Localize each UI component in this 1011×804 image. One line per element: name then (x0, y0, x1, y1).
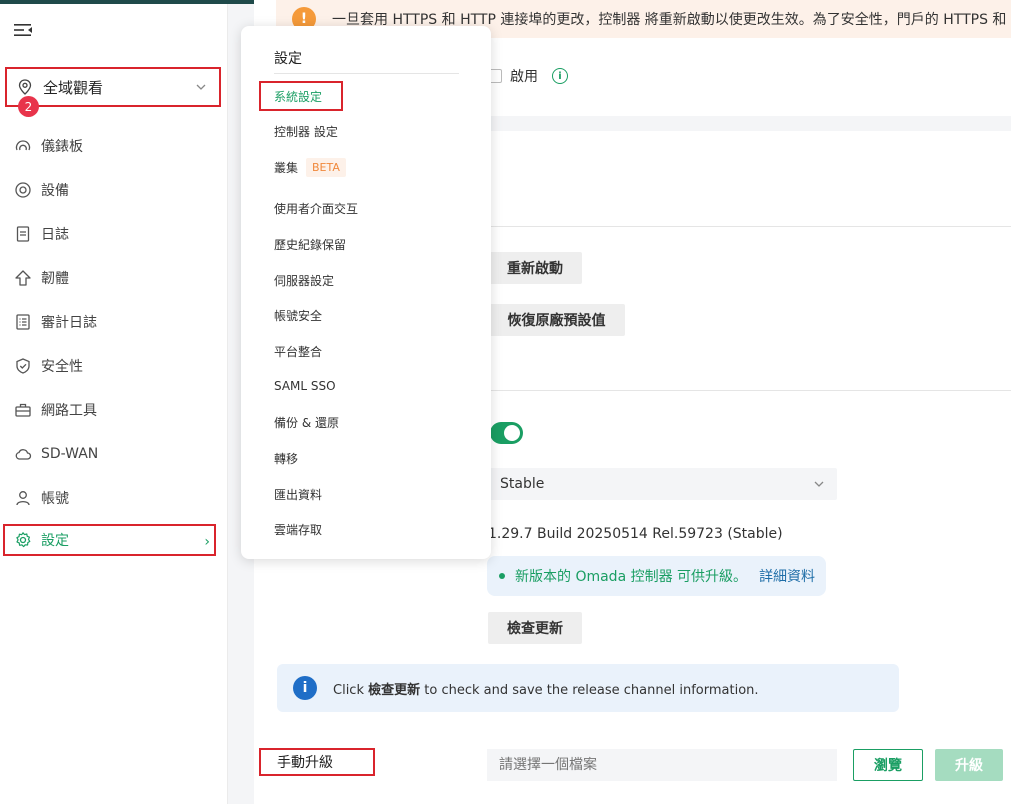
toolbox-icon (14, 401, 32, 419)
menu-item-backup-restore[interactable]: 備份 & 還原 (274, 414, 339, 431)
beta-badge: BETA (306, 158, 346, 177)
sidebar-item-label: SD-WAN (41, 446, 99, 462)
firmware-file-input[interactable] (487, 749, 837, 781)
log-icon (14, 225, 32, 243)
location-pin-icon (18, 79, 32, 95)
enable-label: 啟用 (510, 69, 538, 85)
sidebar-item-log[interactable]: 日誌 (0, 212, 228, 256)
sidebar-item-label: 儀錶板 (41, 139, 83, 155)
cloud-icon (14, 445, 32, 463)
update-available-notice: 新版本的 Omada 控制器 可供升級。 詳細資料 (487, 556, 826, 596)
release-channel-value: Stable (500, 476, 545, 492)
sidebar-item-network-tools[interactable]: 網路工具 (0, 388, 228, 432)
enable-row: 啟用 i (488, 66, 568, 86)
sidebar-item-label: 帳號 (41, 491, 69, 507)
sidebar-item-label: 安全性 (41, 359, 83, 375)
menu-item-account-security[interactable]: 帳號安全 (274, 307, 322, 324)
sidebar-item-settings[interactable]: 設定 › (3, 524, 216, 556)
menu-item-saml-sso[interactable]: SAML SSO (274, 379, 336, 393)
update-message: 新版本的 Omada 控制器 可供升級。 (515, 569, 748, 585)
settings-flyout-menu: 設定 系統設定 控制器 設定 叢集 BETA 使用者介面交互 歷史紀錄保留 伺服… (241, 26, 491, 559)
menu-item-cluster[interactable]: 叢集 BETA (274, 158, 346, 177)
chevron-down-icon (196, 84, 206, 90)
info-text-prefix: Click (333, 682, 369, 698)
info-icon: i (293, 676, 317, 700)
site-selector-label: 全域觀看 (43, 78, 104, 97)
sidebar-item-audit-log[interactable]: 審計日誌 (0, 300, 228, 344)
sidebar-item-label: 設備 (41, 183, 69, 199)
devices-icon (14, 181, 32, 199)
status-dot-icon (499, 573, 505, 579)
sidebar-item-sd-wan[interactable]: SD-WAN (0, 432, 228, 476)
sidebar-item-label: 網路工具 (41, 403, 97, 419)
sidebar-item-label: 韌體 (41, 271, 69, 287)
dashboard-icon (14, 137, 32, 155)
menu-item-system-settings[interactable]: 系統設定 (259, 81, 343, 111)
info-text-bold: 檢查更新 (368, 682, 421, 698)
shield-icon (14, 357, 32, 375)
sidebar-item-account[interactable]: 帳號 (0, 476, 228, 520)
current-version-text: 1.29.7 Build 20250514 Rel.59723 (Stable) (488, 526, 783, 542)
collapse-menu-icon[interactable] (13, 22, 33, 38)
gear-icon (14, 531, 32, 549)
sidebar-item-devices[interactable]: 設備 (0, 168, 228, 212)
menu-item-history-retention[interactable]: 歷史紀錄保留 (274, 236, 346, 253)
menu-item-label: 叢集 (274, 161, 299, 175)
sidebar: 全域觀看 儀錶板 設備 日誌 韌體 審計日誌 安全性 網路工具 SD-WAN 帳… (0, 4, 228, 804)
sidebar-item-label: 日誌 (41, 227, 69, 243)
menu-divider (274, 73, 459, 74)
menu-item-export-data[interactable]: 匯出資料 (274, 486, 322, 503)
info-icon[interactable]: i (552, 68, 568, 84)
menu-item-server-settings[interactable]: 伺服器設定 (274, 272, 334, 289)
menu-item-ui-interaction[interactable]: 使用者介面交互 (274, 200, 358, 217)
upgrade-button[interactable]: 升級 (935, 749, 1003, 781)
update-details-link[interactable]: 詳細資料 (759, 566, 815, 586)
firmware-icon (14, 269, 32, 287)
menu-title: 設定 (274, 51, 302, 67)
restart-button[interactable]: 重新啟動 (488, 252, 582, 284)
chevron-down-icon (814, 481, 824, 487)
info-text-suffix: to check and save the release channel in… (420, 682, 759, 698)
check-update-button[interactable]: 檢查更新 (488, 612, 582, 644)
sidebar-item-label: 審計日誌 (41, 315, 97, 331)
user-icon (14, 489, 32, 507)
factory-reset-button[interactable]: 恢復原廠預設值 (488, 304, 625, 336)
info-text: Click 檢查更新 to check and save the release… (333, 679, 759, 698)
release-channel-info-box: i Click 檢查更新 to check and save the relea… (277, 664, 899, 712)
log-count-badge: 2 (18, 96, 39, 117)
menu-item-controller-settings[interactable]: 控制器 設定 (274, 123, 338, 140)
menu-item-migration[interactable]: 轉移 (274, 450, 298, 467)
sidebar-item-dashboard[interactable]: 儀錶板 (0, 124, 228, 168)
sidebar-nav: 儀錶板 設備 日誌 韌體 審計日誌 安全性 網路工具 SD-WAN 帳號 設定 … (0, 124, 228, 556)
release-channel-select[interactable]: Stable (488, 468, 837, 500)
audit-log-icon (14, 313, 32, 331)
browse-button[interactable]: 瀏覽 (853, 749, 923, 781)
chevron-right-icon: › (204, 534, 210, 550)
section-footer-strip (488, 116, 1011, 131)
menu-item-cloud-access[interactable]: 雲端存取 (274, 521, 322, 538)
sidebar-item-firmware[interactable]: 韌體 (0, 256, 228, 300)
sidebar-item-label: 設定 (41, 533, 69, 549)
manual-upgrade-label: 手動升級 (259, 748, 375, 776)
sidebar-item-security[interactable]: 安全性 (0, 344, 228, 388)
auto-upgrade-toggle[interactable] (490, 422, 523, 444)
menu-item-platform-integration[interactable]: 平台整合 (274, 343, 322, 360)
